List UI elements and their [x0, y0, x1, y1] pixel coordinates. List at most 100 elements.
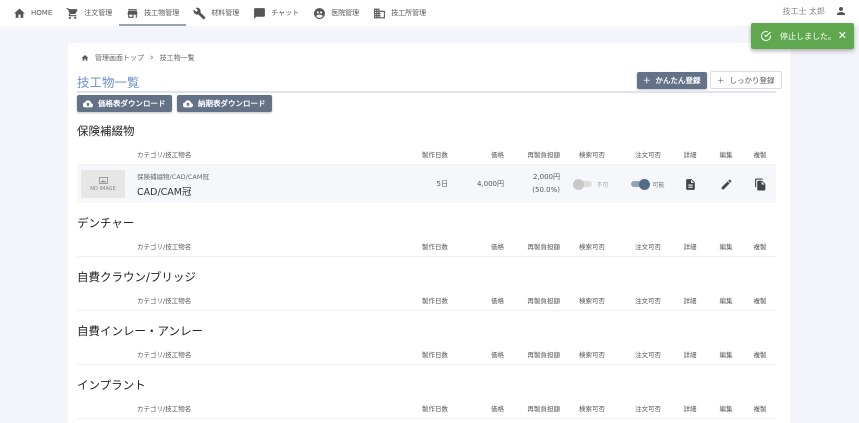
easy-register-button[interactable]: ＋ かんたん登録 — [637, 72, 707, 89]
column-header-edit: 編集 — [719, 296, 733, 305]
item-name[interactable]: CAD/CAM冠 — [137, 184, 400, 198]
nav-chat[interactable]: チャット — [246, 0, 306, 26]
column-header-copy: 複製 — [753, 350, 767, 359]
column-header-detail: 詳細 — [683, 150, 697, 159]
document-icon — [685, 178, 695, 190]
column-header-remake: 再製負担額 — [527, 150, 561, 159]
close-icon[interactable]: ✕ — [838, 29, 847, 42]
cart-icon — [66, 7, 78, 19]
table-header: カテゴリ/技工物名 製作日数 価格 再製負担額 検索可否 注文可否 詳細 編集 複製 — [77, 397, 776, 419]
full-register-button[interactable]: ＋ しっかり登録 — [710, 71, 782, 89]
section-title: 自費インレー・アンレー — [77, 324, 204, 338]
section: 保険補綴物 カテゴリ/技工物名 製作日数 価格 再製負担額 検索可否 注文可否 詳細 編集 複製… — [77, 123, 776, 203]
column-header-search: 検索可否 — [579, 404, 605, 413]
section: デンチャー カテゴリ/技工物名 製作日数 価格 再製負担額 検索可否 注文可否 詳細 編集 複製 — [77, 215, 776, 257]
column-header-edit: 編集 — [719, 150, 733, 159]
nav-clinics[interactable]: 医院管理 — [306, 0, 366, 26]
button-label: 価格表ダウンロード — [98, 99, 166, 108]
table-header: カテゴリ/技工物名 製作日数 価格 再製負担額 検索可否 注文可否 詳細 編集 複製 — [77, 343, 776, 365]
column-header-name: カテゴリ/技工物名 — [137, 296, 192, 305]
toast-notification: 停止しました。 ✕ — [751, 23, 854, 49]
column-header-order: 注文可否 — [635, 350, 661, 359]
plus-icon: ＋ — [643, 76, 651, 85]
nav-label: チャット — [271, 9, 300, 17]
toggle-label: 可能 — [652, 181, 665, 189]
clinic-icon — [314, 7, 326, 19]
column-header-detail: 詳細 — [683, 404, 697, 413]
divider — [77, 91, 776, 93]
item-remake-percent: (50.0%) — [532, 186, 560, 194]
section: 自費クラウン/ブリッジ カテゴリ/技工物名 製作日数 価格 再製負担額 検索可否 注文可否… — [77, 269, 776, 311]
copy-button[interactable] — [744, 178, 776, 191]
order-toggle[interactable]: 可能 — [624, 178, 672, 190]
section: インプラント カテゴリ/技工物名 製作日数 価格 再製負担額 検索可否 注文可否 詳細 編集 複… — [77, 377, 776, 419]
table-header: カテゴリ/技工物名 製作日数 価格 再製負担額 検索可否 注文可否 詳細 編集 複製 — [77, 143, 776, 165]
edit-button[interactable] — [708, 178, 744, 191]
detail-button[interactable] — [672, 178, 708, 191]
button-label: 納期表ダウンロード — [198, 99, 266, 108]
section: 自費インレー・アンレー カテゴリ/技工物名 製作日数 価格 再製負担額 検索可否 注文可否… — [77, 323, 776, 365]
column-header-name: カテゴリ/技工物名 — [137, 242, 192, 251]
column-header-name: カテゴリ/技工物名 — [137, 350, 192, 359]
column-header-price: 価格 — [491, 404, 504, 413]
column-header-detail: 詳細 — [683, 296, 697, 305]
column-header-order: 注文可否 — [635, 404, 661, 413]
toast-message: 停止しました。 — [780, 31, 836, 41]
column-header-copy: 複製 — [753, 296, 767, 305]
column-header-days: 製作日数 — [422, 242, 448, 251]
nav-label: HOME — [31, 9, 53, 17]
price-download-button[interactable]: 価格表ダウンロード — [77, 95, 172, 112]
nav-products[interactable]: 技工物管理 — [119, 0, 187, 26]
table-row[interactable]: NO IMAGE 保険補綴物/CAD/CAM冠 CAD/CAM冠 5日 4,000… — [77, 165, 776, 203]
check-circle-icon — [761, 31, 771, 41]
table-header: カテゴリ/技工物名 製作日数 価格 再製負担額 検索可否 注文可否 詳細 編集 複製 — [77, 289, 776, 311]
nav-orders[interactable]: 注文管理 — [59, 0, 119, 26]
page-title: 技工物一覧 — [77, 75, 140, 90]
section-title: インプラント — [77, 378, 146, 392]
copy-icon — [754, 178, 765, 190]
column-header-days: 製作日数 — [422, 150, 448, 159]
toggle-label: 不可 — [596, 181, 609, 189]
table-header: カテゴリ/技工物名 製作日数 価格 再製負担額 検索可否 注文可否 詳細 編集 複製 — [77, 235, 776, 257]
column-header-order: 注文可否 — [635, 150, 661, 159]
column-header-price: 価格 — [491, 296, 504, 305]
column-header-detail: 詳細 — [683, 242, 697, 251]
no-image-label: NO IMAGE — [90, 185, 116, 192]
store-icon — [127, 8, 138, 18]
user-menu[interactable]: 技工士 太郎 — [782, 0, 847, 22]
button-label: かんたん登録 — [655, 76, 701, 85]
delivery-download-button[interactable]: 納期表ダウンロード — [177, 95, 272, 112]
chevron-right-icon: › — [150, 53, 154, 63]
search-toggle[interactable]: 不可 — [560, 178, 624, 190]
nav-label: 注文管理 — [84, 9, 113, 17]
column-header-edit: 編集 — [719, 242, 733, 251]
column-header-copy: 複製 — [753, 150, 767, 159]
top-nav: HOME 注文管理 技工物管理 材料管理 チャット 医院管理 技工所管理 技工士… — [0, 0, 859, 26]
column-header-search: 検索可否 — [579, 350, 605, 359]
nav-materials[interactable]: 材料管理 — [186, 0, 246, 26]
column-header-days: 製作日数 — [422, 404, 448, 413]
person-icon — [837, 7, 845, 15]
item-price: 4,000円 — [476, 180, 504, 188]
column-header-order: 注文可否 — [635, 296, 661, 305]
column-header-copy: 複製 — [753, 242, 767, 251]
nav-home[interactable]: HOME — [6, 0, 59, 26]
column-header-search: 検索可否 — [579, 296, 605, 305]
cloud-upload-icon — [83, 99, 93, 107]
home-icon — [81, 55, 89, 61]
column-header-edit: 編集 — [719, 404, 733, 413]
column-header-price: 価格 — [491, 350, 504, 359]
section-title: デンチャー — [77, 216, 135, 230]
section-title: 保険補綴物 — [77, 124, 135, 138]
column-header-name: カテゴリ/技工物名 — [137, 404, 192, 413]
breadcrumb: 管理画面トップ › 技工物一覧 — [81, 53, 195, 63]
column-header-name: カテゴリ/技工物名 — [137, 150, 192, 159]
column-header-copy: 複製 — [753, 404, 767, 413]
column-header-order: 注文可否 — [635, 242, 661, 251]
nav-lab[interactable]: 技工所管理 — [366, 0, 433, 26]
breadcrumb-home[interactable]: 管理画面トップ — [95, 53, 144, 63]
column-header-remake: 再製負担額 — [527, 242, 561, 251]
nav-label: 材料管理 — [211, 9, 240, 17]
building-icon — [374, 8, 386, 18]
column-header-detail: 詳細 — [683, 350, 697, 359]
